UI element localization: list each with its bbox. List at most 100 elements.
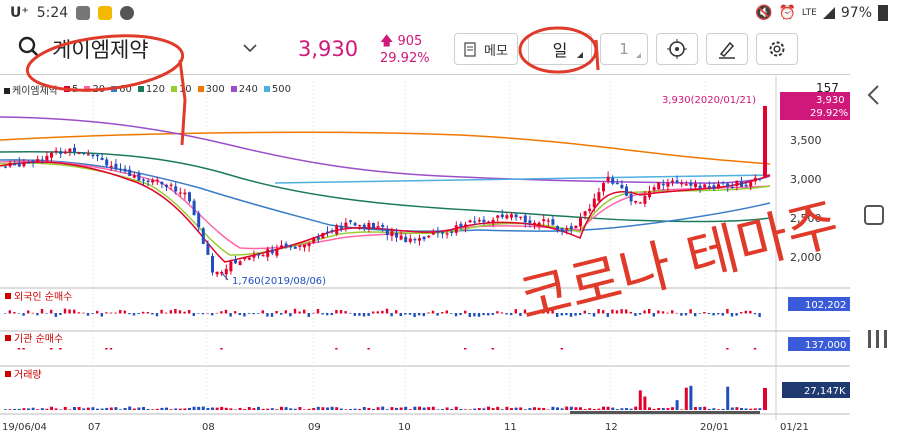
foreign-bar: [169, 310, 172, 314]
period-selector[interactable]: 일: [528, 33, 592, 65]
candle: [758, 178, 762, 180]
home-button-icon[interactable]: [864, 205, 884, 225]
foreign-bar: [657, 310, 660, 314]
foreign-bar: [643, 310, 646, 314]
volume-bar: [330, 406, 334, 410]
candle: [537, 222, 541, 226]
foreign-bar: [137, 313, 140, 314]
volume-bar: [220, 406, 224, 410]
candle: [583, 211, 587, 216]
volume-bar: [178, 408, 182, 410]
candle: [77, 152, 81, 155]
foreign-bar: [542, 310, 545, 314]
foreign-bar: [408, 313, 412, 315]
volume-bar: [123, 407, 127, 410]
stock-chart[interactable]: 3,500 3,000 2,500 2,000 157 3,930 29.92%…: [0, 76, 850, 437]
foreign-bar: [220, 311, 223, 314]
volume-bar: [625, 408, 628, 410]
candle: [588, 208, 592, 212]
volume-bar: [579, 407, 582, 410]
foreign-bar: [284, 310, 287, 314]
candle: [4, 166, 7, 168]
volume-bar: [611, 407, 615, 410]
candle: [730, 186, 734, 189]
candle: [330, 230, 334, 232]
volume-bar: [339, 408, 343, 410]
institution-bar: [220, 348, 223, 350]
candle: [399, 235, 403, 240]
candle: [36, 159, 40, 162]
chart-scrollbar[interactable]: [570, 411, 760, 414]
foreign-bar: [22, 313, 25, 316]
candle: [146, 180, 150, 182]
candle: [114, 163, 118, 169]
candle: [335, 225, 339, 235]
volume-bar: [183, 408, 187, 410]
count-selector[interactable]: 1: [600, 33, 648, 65]
volume-bar: [648, 407, 651, 410]
foreign-bar: [247, 313, 251, 314]
volume-bar: [100, 408, 104, 410]
foreign-bar: [625, 309, 628, 314]
volume-bar: [487, 406, 490, 410]
candle: [551, 219, 555, 225]
volume-bar: [758, 408, 762, 410]
back-arrow-icon[interactable]: [866, 84, 882, 106]
foreign-bar: [59, 313, 62, 315]
candle: [211, 256, 214, 273]
candle: [680, 183, 684, 185]
foreign-bar: [537, 312, 540, 314]
volume-bar: [252, 408, 256, 410]
memo-button[interactable]: 메모: [454, 33, 518, 65]
volume-bar: [174, 408, 178, 410]
candle: [137, 173, 141, 181]
volume-bar: [372, 408, 375, 410]
candle: [671, 180, 674, 183]
candle: [63, 151, 67, 154]
ma-240-line: [0, 116, 771, 184]
institution-bar: [59, 348, 62, 350]
volume-bar: [505, 406, 509, 410]
volume-bar: [477, 408, 481, 410]
chevron-down-icon[interactable]: [242, 40, 258, 56]
candle: [491, 219, 495, 224]
volume-bar: [413, 406, 417, 410]
foreign-bar: [54, 313, 57, 317]
candle: [284, 243, 288, 247]
settings-button[interactable]: [756, 33, 798, 65]
volume-bar: [197, 406, 201, 410]
volume-bar: [257, 406, 260, 410]
foreign-bar: [307, 313, 310, 317]
candle: [542, 219, 546, 222]
candle: [316, 237, 320, 240]
candle: [427, 235, 431, 238]
volume-bar: [385, 409, 389, 410]
volume-bar: [77, 406, 81, 410]
recent-apps-icon[interactable]: [868, 330, 887, 348]
candle: [735, 180, 739, 186]
volume-bar: [712, 408, 716, 410]
volume-bar: [59, 409, 63, 410]
candle: [215, 271, 219, 275]
foreign-bar: [523, 309, 527, 314]
crosshair-button[interactable]: [656, 33, 698, 65]
search-icon[interactable]: [18, 36, 40, 58]
x-tick-label: 09: [308, 422, 321, 433]
draw-button[interactable]: [706, 33, 748, 65]
foreign-bar: [689, 309, 692, 314]
institution-bar: [17, 348, 21, 350]
stock-name[interactable]: 케이엠제약: [52, 34, 149, 64]
volume-bar: [270, 408, 274, 410]
volume-bar: [335, 407, 339, 410]
foreign-bar: [257, 313, 260, 314]
candle: [142, 179, 145, 181]
candle: [155, 179, 159, 181]
candle: [372, 223, 375, 229]
volume-bar: [109, 407, 113, 410]
y-tick-label: 2,500: [790, 212, 822, 225]
foreign-bar: [165, 312, 168, 314]
foreign-bar: [427, 312, 430, 314]
foreign-bar: [491, 313, 494, 315]
candle: [450, 231, 454, 233]
volume-panel-title: 거래량: [14, 369, 42, 381]
